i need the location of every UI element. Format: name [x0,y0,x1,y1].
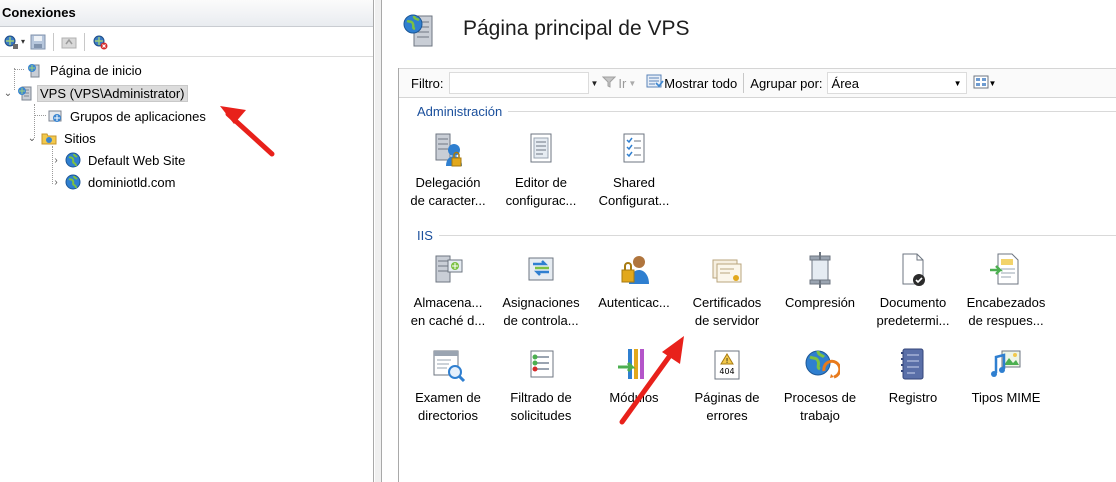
request-filtering-icon [521,345,561,385]
authentication-icon [614,250,654,290]
error-pages-icon: ! 404 [707,345,747,385]
save-icon[interactable] [29,33,47,51]
view-mode-button[interactable]: ▼ [973,75,997,92]
feature-modules[interactable]: Módulos [590,345,678,407]
filter-label: Filtro: [411,75,444,91]
globe-icon [64,152,81,169]
tree-item-start-page[interactable]: Página de inicio [12,60,145,80]
chevron-down-icon: ▼ [988,78,997,88]
connections-toolbar: ▾ [0,27,373,57]
feature-response-headers[interactable]: Encabezados de respues... [962,250,1050,330]
connect-icon[interactable] [2,33,20,51]
feature-worker-processes[interactable]: Procesos de trabajo [776,345,864,425]
group-by-select[interactable]: Área ▼ [826,72,967,94]
feature-config-editor[interactable]: Editor de configurac... [497,130,585,210]
output-cache-icon [428,250,468,290]
app-pool-icon [46,108,63,125]
tree-item-sites[interactable]: ⌄ Sitios [26,128,99,148]
toolbar-separator [53,32,55,51]
filter-input[interactable] [448,72,589,94]
server-certificates-icon [707,250,747,290]
feature-delegation[interactable]: Delegación de caracter... [404,130,492,210]
feature-shared-config[interactable]: Shared Configurat... [590,130,678,210]
feature-output-cache[interactable]: Almacena... en caché d... [404,250,492,330]
up-icon[interactable] [60,33,78,51]
svg-text:!: ! [726,357,729,365]
tree-item-app-pools[interactable]: Grupos de aplicaciones [44,106,209,126]
go-button[interactable]: Ir ▼ [602,75,640,92]
group-header-administracion[interactable]: Administración [417,104,1116,119]
pane-splitter[interactable] [375,0,382,482]
page-title: Página principal de VPS [463,17,690,40]
connections-pane: Conexiones ▾ Página de inicio ⌄ VPS (VPS… [0,0,374,482]
filter-bar: Filtro: ▼ Ir ▼ Mostrar todo Agrupar por:… [399,68,1116,98]
shared-config-icon [614,130,654,170]
feature-authentication[interactable]: Autenticac... [590,250,678,312]
view-icon [973,75,989,92]
chevron-down-icon[interactable]: ▼ [591,79,599,88]
go-label: Ir [618,75,627,91]
chevron-down-icon[interactable]: ⌄ [26,133,38,144]
handler-mappings-icon [521,250,561,290]
feature-logging[interactable]: Registro [869,345,957,407]
mime-types-icon [986,345,1026,385]
directory-browsing-icon [428,345,468,385]
chevron-right-icon[interactable]: › [50,177,62,188]
home-server-icon [26,62,43,79]
feature-default-document[interactable]: Documento predetermi... [869,250,957,330]
show-all-button[interactable]: Mostrar todo [646,74,737,93]
logging-icon [893,345,933,385]
feature-server-certificates[interactable]: Certificados de servidor [683,250,771,330]
filter-separator [743,73,745,93]
modules-icon [614,345,654,385]
feature-compression[interactable]: Compresión [776,250,864,312]
feature-error-pages[interactable]: ! 404 Páginas de errores [683,345,771,425]
group-by-label: Agrupar por: [750,75,823,91]
tree-item-default-web-site[interactable]: › Default Web Site [50,150,188,170]
default-document-icon [893,250,933,290]
content-border [398,68,399,482]
server-title-icon [402,12,436,48]
feature-handler-mappings[interactable]: Asignaciones de controla... [497,250,585,330]
tree-item-vps-server[interactable]: ⌄ VPS (VPS\Administrator) [2,83,188,103]
svg-text:404: 404 [719,367,734,376]
tree-item-dominiotld[interactable]: › dominiotld.com [50,172,178,192]
funnel-icon [602,75,617,92]
chevron-down-icon[interactable]: ▼ [628,79,636,88]
disconnect-icon[interactable] [91,33,109,51]
chevron-down-icon[interactable]: ▾ [21,37,25,46]
config-editor-icon [521,130,561,170]
folder-icon [40,130,57,147]
worker-processes-icon [800,345,840,385]
response-headers-icon [986,250,1026,290]
feature-directory-browsing[interactable]: Examen de directorios [404,345,492,425]
show-all-icon [646,74,664,93]
connections-header: Conexiones [0,0,373,27]
show-all-label: Mostrar todo [664,75,738,91]
toolbar-separator [84,32,86,51]
feature-mime-types[interactable]: Tipos MIME [962,345,1050,407]
globe-icon [64,174,81,191]
server-icon [16,85,33,102]
group-header-iis[interactable]: IIS [417,228,1116,243]
chevron-down-icon: ▼ [953,78,962,88]
compression-icon [800,250,840,290]
chevron-down-icon[interactable]: ⌄ [2,88,14,99]
chevron-right-icon[interactable]: › [50,155,62,166]
feature-request-filtering[interactable]: Filtrado de solicitudes [497,345,585,425]
delegation-icon [428,130,468,170]
